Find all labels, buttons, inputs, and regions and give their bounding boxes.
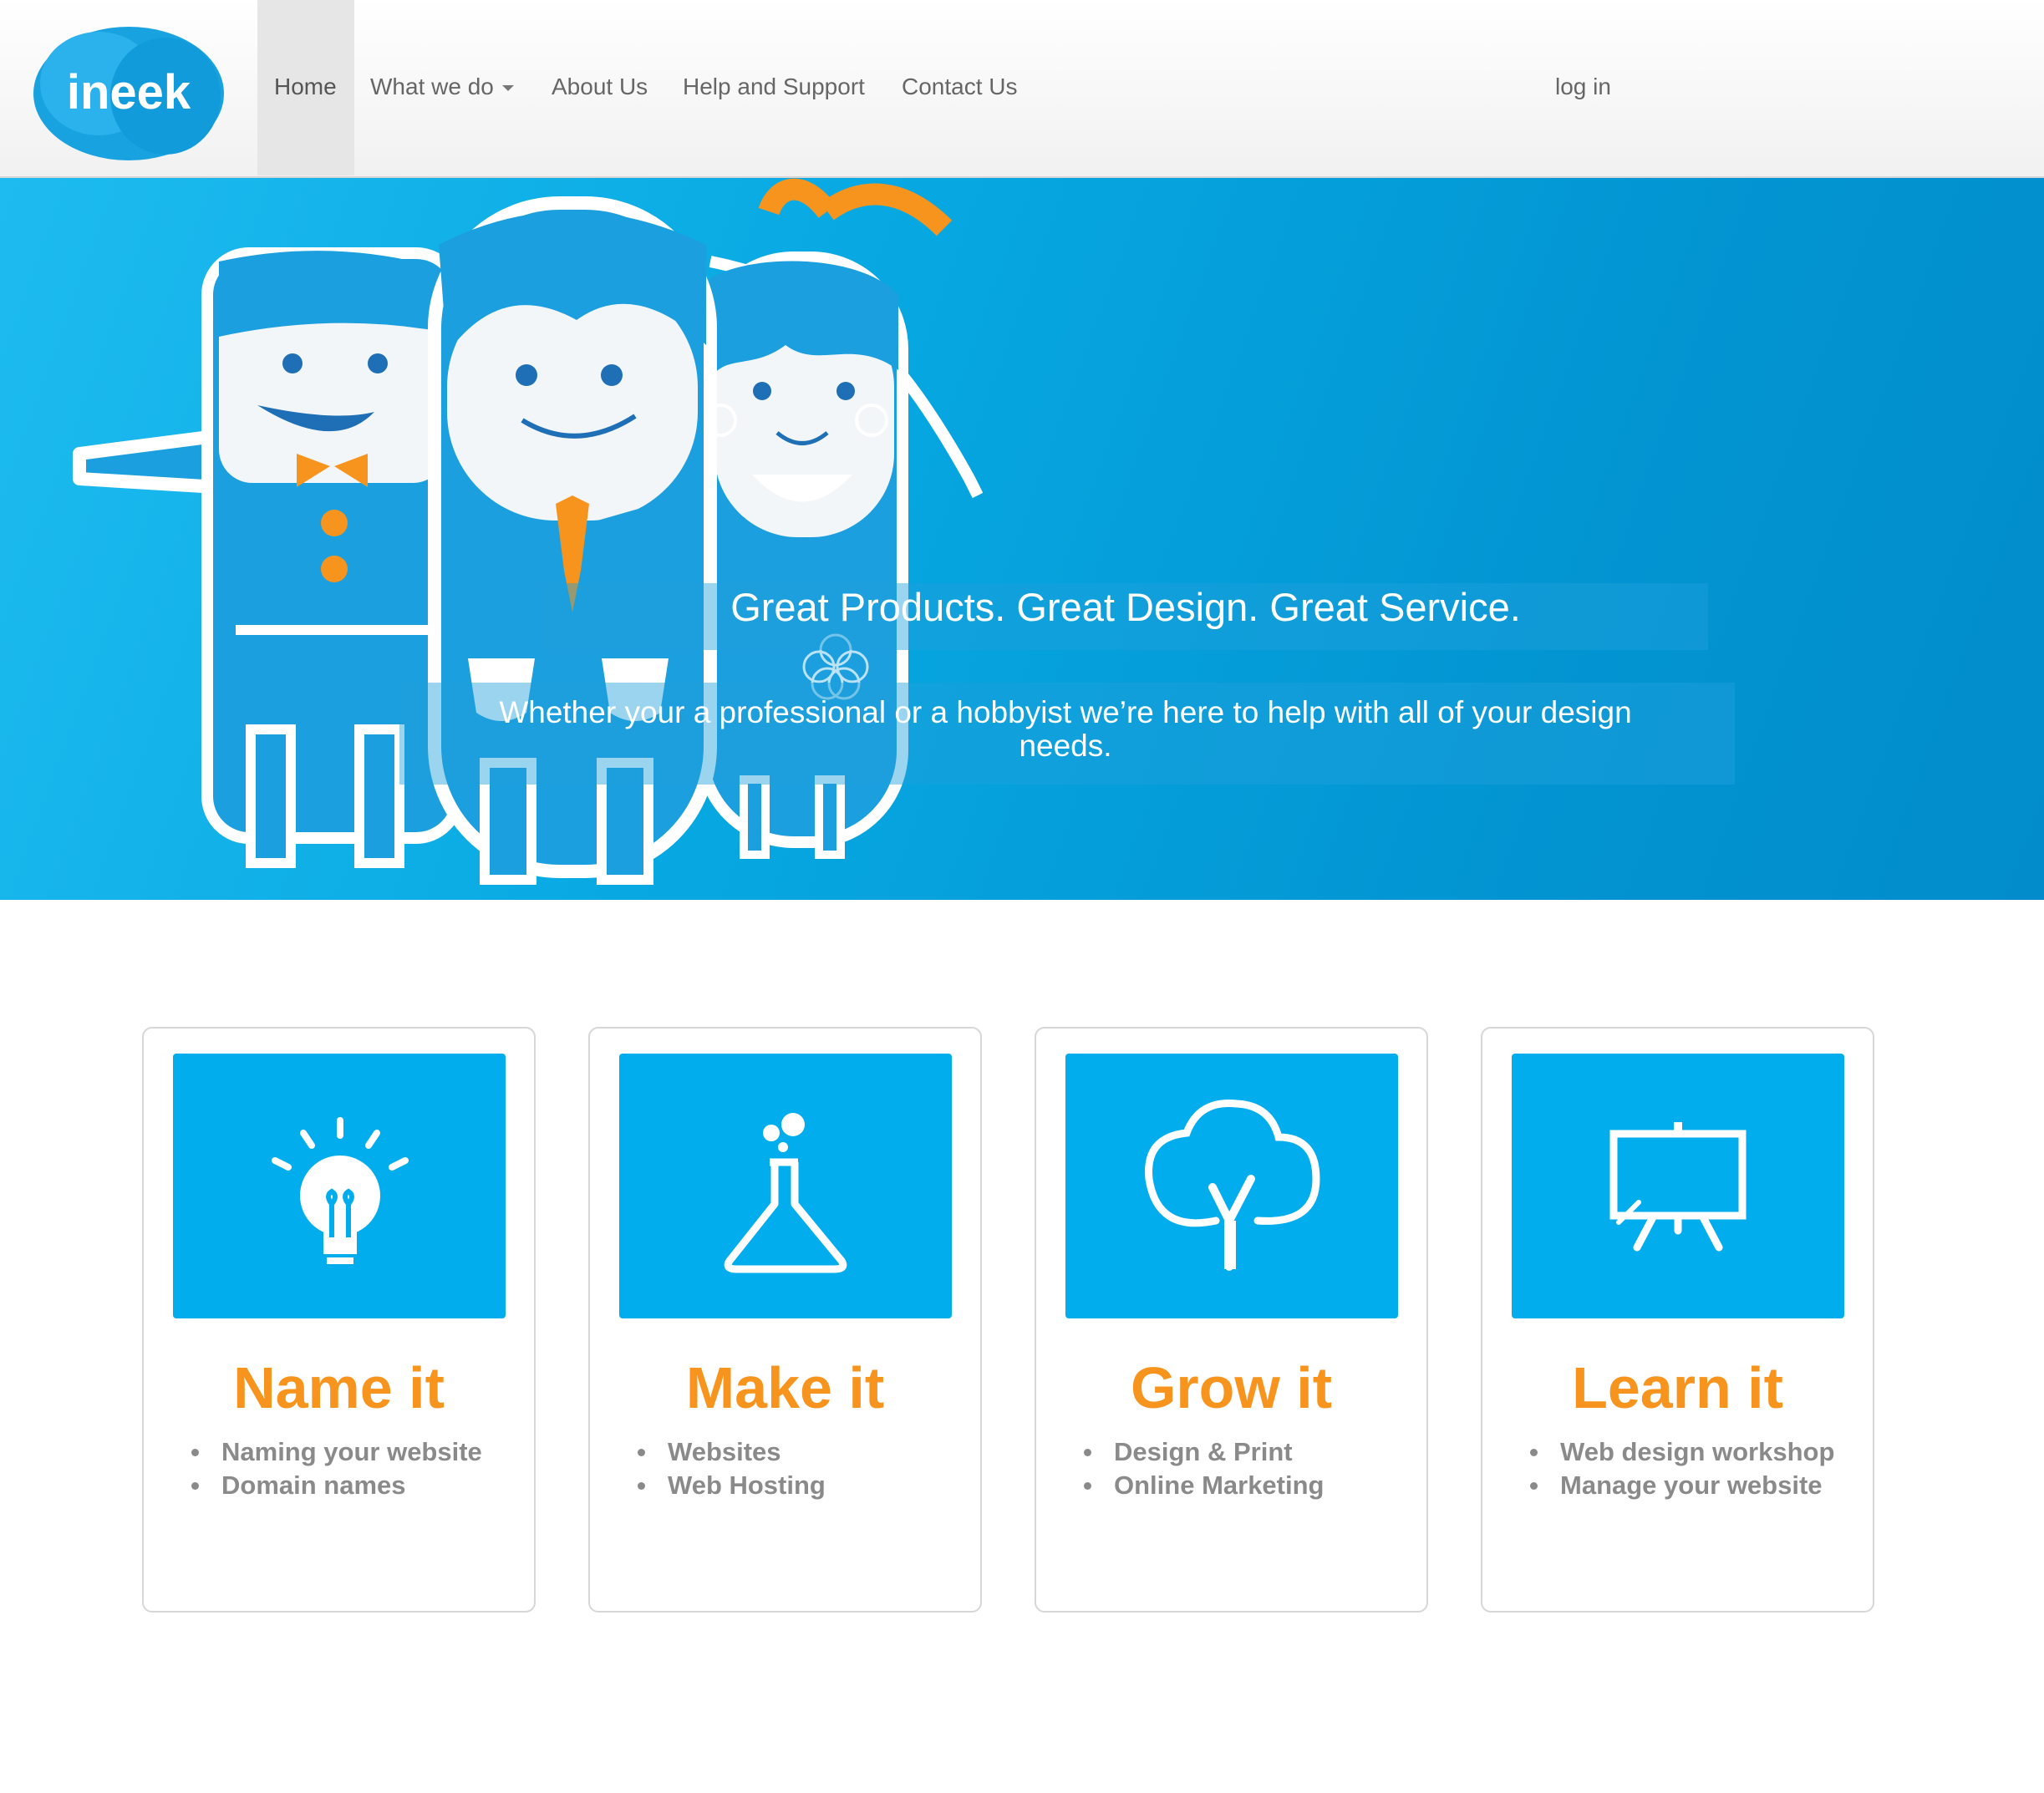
list-item[interactable]: Websites <box>638 1435 826 1469</box>
card-make-it[interactable]: Make it Websites Web Hosting <box>588 1027 982 1613</box>
nav-contact-us[interactable]: Contact Us <box>902 70 1018 104</box>
list-item[interactable]: Naming your website <box>191 1435 482 1469</box>
nav-about-us[interactable]: About Us <box>552 70 648 104</box>
nav-help-and-support[interactable]: Help and Support <box>683 70 865 104</box>
card-tile <box>173 1054 506 1318</box>
card-title: Name it <box>233 1355 445 1420</box>
ineek-logo[interactable]: ineek <box>32 17 226 163</box>
hero-title: Great Products. Great Design. Great Serv… <box>730 585 1521 629</box>
nav-home[interactable]: Home <box>274 70 337 104</box>
mascots-illustration <box>73 178 984 885</box>
list-item[interactable]: Web Hosting <box>638 1469 826 1502</box>
top-navbar: ineek Home What we do About Us Help and … <box>0 0 2044 178</box>
card-list: Web design workshop Manage your website <box>1530 1435 1834 1502</box>
card-list: Design & Print Online Marketing <box>1084 1435 1324 1502</box>
flask-icon <box>724 1113 847 1273</box>
card-list: Websites Web Hosting <box>638 1435 826 1502</box>
hero-banner: Great Products. Great Design. Great Serv… <box>0 178 2044 900</box>
card-tile <box>1065 1054 1398 1318</box>
card-tile <box>619 1054 952 1318</box>
list-item[interactable]: Online Marketing <box>1084 1469 1324 1502</box>
card-learn-it[interactable]: Learn it Web design workshop Manage your… <box>1481 1027 1874 1613</box>
login-link[interactable]: log in <box>1555 70 1611 104</box>
caret-down-icon <box>501 85 514 92</box>
list-item[interactable]: Design & Print <box>1084 1435 1324 1469</box>
card-title: Grow it <box>1130 1355 1333 1420</box>
card-tile <box>1512 1054 1844 1318</box>
list-item[interactable]: Web design workshop <box>1530 1435 1834 1469</box>
logo-text: ineek <box>67 65 191 119</box>
card-grow-it[interactable]: Grow it Design & Print Online Marketing <box>1035 1027 1428 1613</box>
list-item[interactable]: Domain names <box>191 1469 482 1502</box>
tree-icon <box>1145 1099 1320 1271</box>
card-title: Learn it <box>1572 1355 1783 1420</box>
hero-subtitle: Whether your a professional or a hobbyis… <box>499 695 1632 763</box>
lightbulb-icon <box>272 1117 409 1264</box>
card-title: Make it <box>685 1355 885 1420</box>
nav-what-we-do-label: What we do <box>370 74 494 99</box>
list-item[interactable]: Manage your website <box>1530 1469 1834 1502</box>
card-name-it[interactable]: Name it Naming your website Domain names <box>142 1027 536 1613</box>
nav-what-we-do[interactable]: What we do <box>370 70 514 104</box>
card-list: Naming your website Domain names <box>191 1435 482 1502</box>
presentation-board-icon <box>1609 1122 1747 1252</box>
